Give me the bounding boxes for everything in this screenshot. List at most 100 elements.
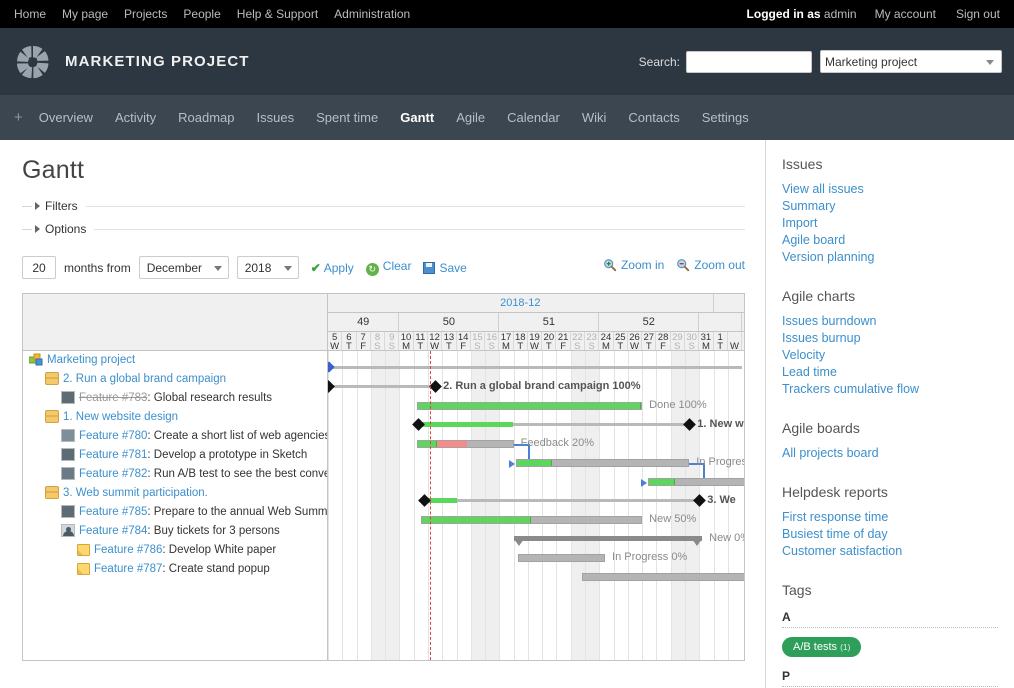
- sidebar-link[interactable]: Import: [782, 215, 998, 232]
- tab-calendar[interactable]: Calendar: [507, 110, 560, 125]
- top-link-help-support[interactable]: Help & Support: [237, 7, 318, 21]
- zoom-in-button[interactable]: Zoom in: [603, 258, 664, 272]
- month-select[interactable]: December: [138, 256, 229, 279]
- tab-wiki[interactable]: Wiki: [582, 110, 607, 125]
- top-link-my-account[interactable]: My account: [875, 7, 936, 21]
- sidebar-link[interactable]: Agile board: [782, 232, 998, 249]
- weekend-shade: [585, 351, 600, 660]
- save-button[interactable]: Save: [423, 261, 467, 275]
- avatar-icon: [61, 505, 75, 518]
- gantt-task-bar[interactable]: [516, 459, 690, 467]
- project-scope-select[interactable]: Marketing project: [820, 50, 1002, 73]
- weekend-shade: [485, 351, 500, 660]
- gantt-dayofweek-cell: S: [585, 342, 600, 350]
- top-link-home[interactable]: Home: [14, 7, 46, 21]
- gantt-task-bar[interactable]: [582, 573, 744, 581]
- gantt-subject-row[interactable]: Feature #782: Run A/B test to see the be…: [23, 465, 327, 484]
- gantt-subject-row[interactable]: Feature #784: Buy tickets for 3 persons: [23, 522, 327, 541]
- sidebar-link[interactable]: Issues burnup: [782, 330, 998, 347]
- gantt-task-bar[interactable]: [517, 554, 606, 562]
- sidebar-link[interactable]: Version planning: [782, 249, 998, 266]
- sidebar-link[interactable]: Summary: [782, 198, 998, 215]
- zoom-out-button[interactable]: Zoom out: [676, 258, 745, 272]
- sidebar-link[interactable]: Issues burndown: [782, 313, 998, 330]
- tab-agile[interactable]: Agile: [456, 110, 485, 125]
- tab-gantt[interactable]: Gantt: [400, 110, 434, 125]
- sidebar-link[interactable]: First response time: [782, 509, 998, 526]
- gantt-task-bar[interactable]: [416, 440, 514, 448]
- gantt-version-label: 2. Run a global brand campaign 100%: [443, 380, 641, 392]
- tab-roadmap[interactable]: Roadmap: [178, 110, 234, 125]
- avatar-icon: [61, 429, 75, 442]
- apply-button[interactable]: ✔ Apply: [311, 261, 354, 275]
- gantt-task-bar[interactable]: [647, 478, 744, 486]
- gantt-dayofweek-cell: W: [728, 342, 743, 350]
- apply-label: Apply: [323, 260, 354, 275]
- weekend-shade: [470, 351, 486, 660]
- gantt-subject-link[interactable]: Marketing project: [47, 354, 135, 366]
- gantt-subject-row[interactable]: Feature #781: Develop a prototype in Ske…: [23, 446, 327, 465]
- gantt-subject-link[interactable]: Feature #785: [79, 506, 147, 518]
- tab-settings[interactable]: Settings: [702, 110, 749, 125]
- tab-issues[interactable]: Issues: [257, 110, 295, 125]
- top-link-projects[interactable]: Projects: [124, 7, 167, 21]
- gantt-subject-row[interactable]: Feature #786: Develop White paper: [23, 541, 327, 560]
- options-toggle[interactable]: Options: [22, 222, 745, 236]
- tab-overview[interactable]: Overview: [39, 110, 93, 125]
- tab-contacts[interactable]: Contacts: [628, 110, 679, 125]
- gantt-subject-row[interactable]: 1. New website design: [23, 408, 327, 427]
- gantt-subject-link[interactable]: Feature #784: [79, 525, 147, 537]
- gantt-subject-text: : Create a short list of web agencies: [147, 430, 327, 442]
- sidebar-link[interactable]: All projects board: [782, 445, 998, 462]
- gantt-subject-link[interactable]: Feature #783: [79, 392, 147, 404]
- gantt-subject-row[interactable]: Feature #783: Global research results: [23, 389, 327, 408]
- gantt-task-bar[interactable]: [416, 402, 643, 410]
- gantt-subject-link[interactable]: Feature #787: [94, 563, 162, 575]
- top-link-sign-out[interactable]: Sign out: [956, 7, 1000, 21]
- sidebar-link[interactable]: Customer satisfaction: [782, 543, 998, 560]
- clear-button[interactable]: ↻ Clear: [365, 259, 411, 276]
- gantt-subject-row[interactable]: Marketing project: [23, 351, 327, 370]
- gantt-dayofweek-cell: T: [714, 342, 728, 350]
- gantt-subject-row[interactable]: 3. Web summit participation.: [23, 484, 327, 503]
- gantt-subject-link[interactable]: Feature #782: [79, 468, 147, 480]
- sidebar-link[interactable]: Busiest time of day: [782, 526, 998, 543]
- gantt-subject-link[interactable]: 3. Web summit participation.: [63, 487, 208, 499]
- month-select-value: December: [146, 260, 203, 275]
- tab-spent-time[interactable]: Spent time: [316, 110, 378, 125]
- gantt-subject-link[interactable]: Feature #780: [79, 430, 147, 442]
- add-tab-plus-icon[interactable]: +: [14, 109, 23, 126]
- top-link-people[interactable]: People: [183, 7, 220, 21]
- search-input[interactable]: [686, 50, 812, 73]
- gantt-subject-link[interactable]: 2. Run a global brand campaign: [63, 373, 226, 385]
- gantt-dayofweek-cell: S: [371, 342, 386, 350]
- gantt-subject-link[interactable]: Feature #786: [94, 544, 162, 556]
- weekend-shade: [370, 351, 386, 660]
- gantt-day-cell: 25: [614, 332, 628, 342]
- floppy-disk-icon: [423, 261, 436, 274]
- gantt-subject-link[interactable]: 1. New website design: [63, 411, 178, 423]
- legend-rule: [94, 228, 745, 230]
- gantt-gridline: [456, 351, 458, 660]
- sidebar-link[interactable]: Trackers cumulative flow: [782, 381, 998, 398]
- year-select[interactable]: 2018: [236, 256, 299, 279]
- gantt-dayofweek-cell: T: [614, 342, 628, 350]
- gantt-subject-row[interactable]: Feature #780: Create a short list of web…: [23, 427, 327, 446]
- top-link-administration[interactable]: Administration: [334, 7, 410, 21]
- gantt-subject-row[interactable]: Feature #785: Prepare to the annual Web …: [23, 503, 327, 522]
- months-count-input[interactable]: [22, 256, 56, 279]
- top-link-my-page[interactable]: My page: [62, 7, 108, 21]
- sidebar-link[interactable]: View all issues: [782, 181, 998, 198]
- gantt-subject-row[interactable]: Feature #787: Create stand popup: [23, 560, 327, 579]
- gantt-subject-text: : Prepare to the annual Web Summit…: [147, 506, 327, 518]
- tag-chip[interactable]: A/B tests (1): [782, 637, 862, 657]
- sidebar-link[interactable]: Lead time: [782, 364, 998, 381]
- filters-toggle[interactable]: Filters: [22, 199, 745, 213]
- gantt-subject-row[interactable]: 2. Run a global brand campaign: [23, 370, 327, 389]
- project-brand[interactable]: MARKETING PROJECT: [14, 43, 250, 81]
- sidebar-link[interactable]: Velocity: [782, 347, 998, 364]
- gantt-gridline: [599, 351, 601, 660]
- gantt-task-bar[interactable]: [420, 516, 643, 524]
- gantt-subject-link[interactable]: Feature #781: [79, 449, 147, 461]
- tab-activity[interactable]: Activity: [115, 110, 156, 125]
